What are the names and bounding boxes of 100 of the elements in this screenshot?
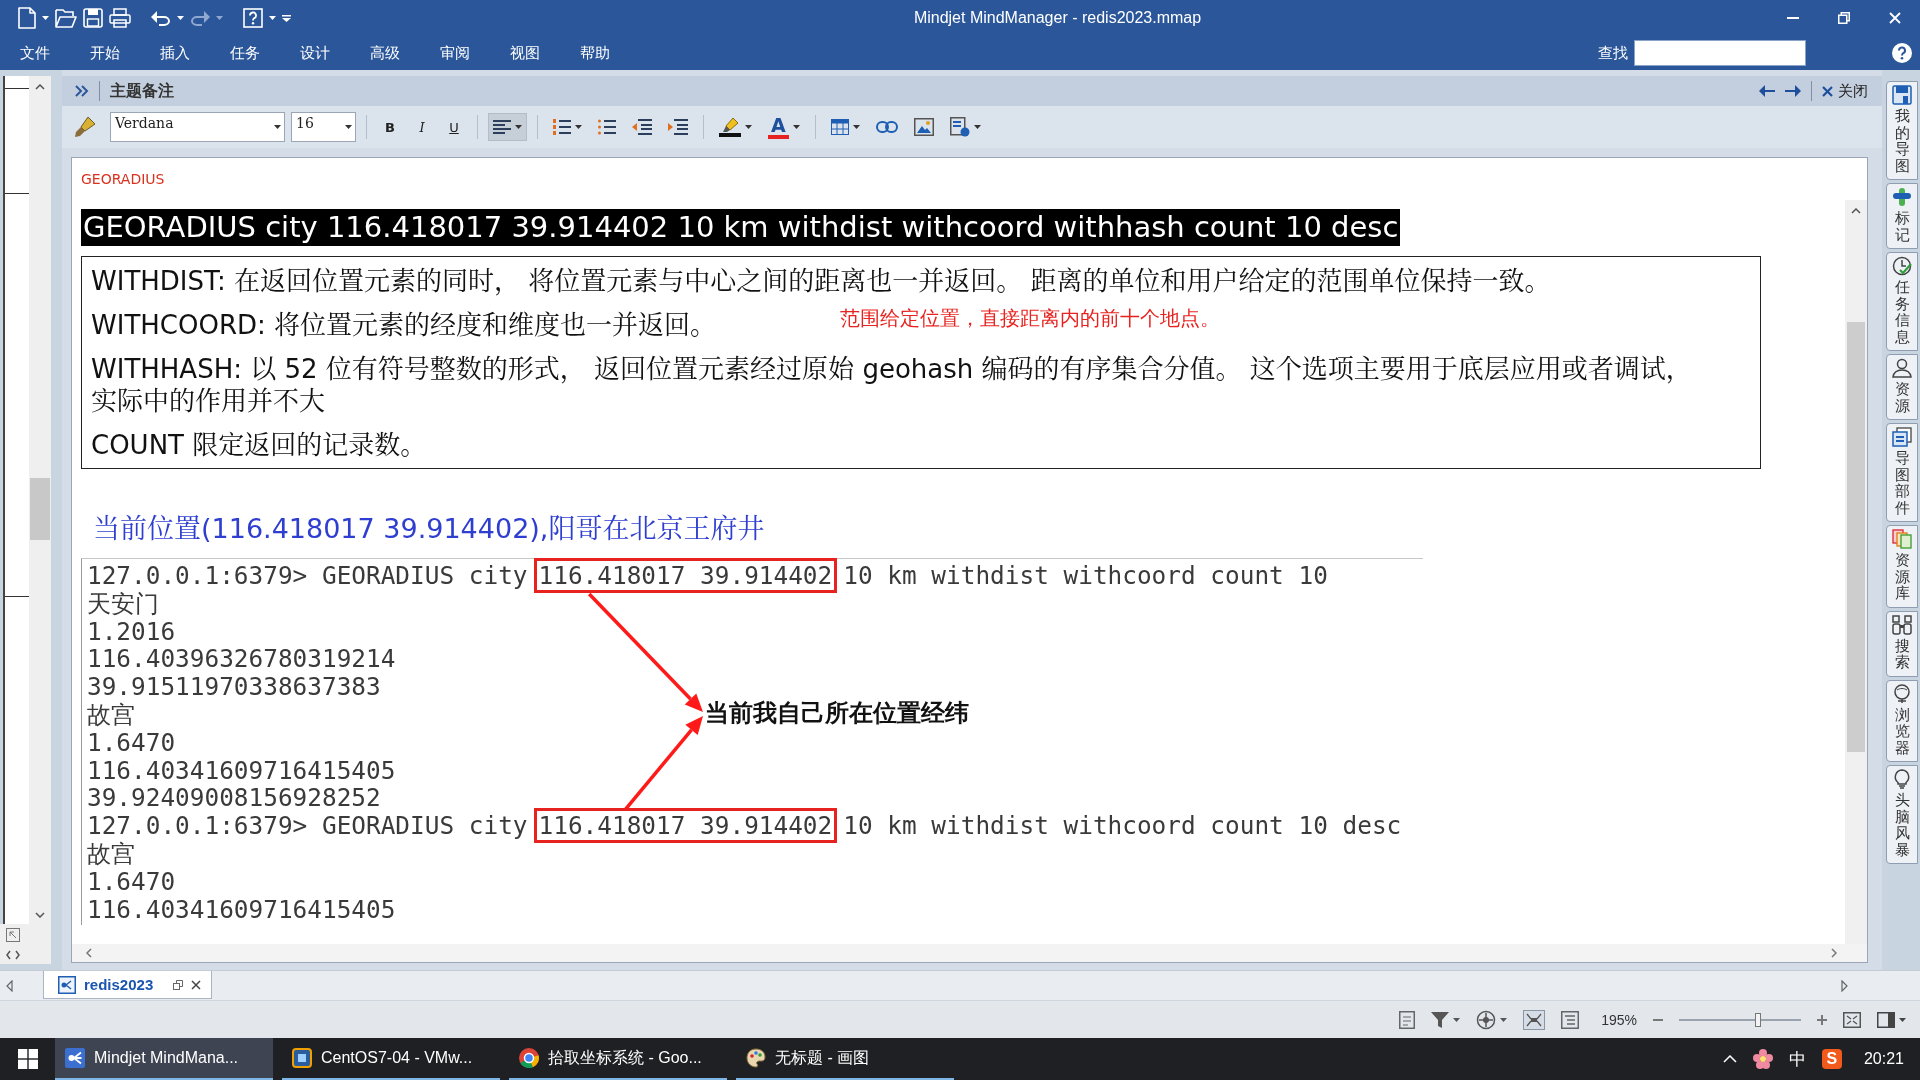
undo-icon[interactable] [151,10,171,26]
restore-icon[interactable] [1837,12,1850,24]
brush-icon[interactable] [74,116,96,138]
menu-item[interactable]: 帮助 [560,36,630,70]
side-tab[interactable]: 我的导图 [1886,81,1918,180]
align-button[interactable] [488,113,527,141]
restore-icon[interactable] [173,979,184,990]
scroll-up-icon[interactable] [1851,208,1861,214]
menu-item[interactable]: 插入 [140,36,210,70]
double-chevron-icon[interactable] [75,85,89,97]
italic-button[interactable]: I [409,113,435,141]
lightbulb-icon [1892,769,1912,789]
menu-item[interactable]: 开始 [70,36,140,70]
close-icon[interactable] [191,979,202,990]
zoom-out-icon[interactable] [1653,1018,1663,1021]
image-icon [913,118,934,136]
fit-page-icon[interactable] [1843,1011,1861,1028]
font-size-dropdown[interactable]: 16 [291,112,356,142]
scroll-up-icon[interactable] [35,84,45,90]
chevron-up-icon[interactable] [1722,1055,1737,1063]
caret-icon[interactable] [273,125,281,129]
caret-icon[interactable] [269,16,276,20]
customize-icon[interactable] [282,14,291,22]
side-tab[interactable]: 标记 [1886,183,1918,249]
bold-button[interactable]: B [377,113,403,141]
new-document-icon[interactable] [18,7,36,29]
caret-icon[interactable] [42,16,49,20]
scroll-left-icon[interactable] [6,980,13,992]
input-method-indicator[interactable]: 中 [1788,1047,1806,1071]
clock-time[interactable]: 20:21 [1863,1050,1904,1068]
document-tab[interactable]: redis2023 [43,971,213,999]
side-tab[interactable]: 导图部件 [1886,423,1918,522]
caret-icon[interactable] [177,16,184,20]
caret-icon[interactable] [852,125,860,129]
plus-icon [1892,187,1912,207]
side-tab[interactable]: 头脑风暴 [1886,765,1918,864]
crosshair-icon[interactable] [1476,1009,1497,1030]
scrollbar-thumb[interactable] [1847,322,1865,752]
outline-view-icon[interactable] [1561,1010,1580,1029]
browser-icon [519,1048,539,1068]
caret-icon[interactable] [515,125,522,129]
taskbar-app[interactable]: 拾取坐标系统 - Goo... [509,1038,727,1080]
caret-icon[interactable] [745,125,752,129]
output-line: 116.40341609716415405 [87,755,396,785]
underline-button[interactable]: U [441,113,467,141]
menu-item[interactable]: 文件 [0,36,70,70]
map-view-icon[interactable] [1523,1009,1546,1030]
side-tab[interactable]: 任务信息 [1886,252,1918,351]
option-text: WITHHASH: 以 52 位有符号整数的形式， 返回位置元素经过原始 geohash 编码的有序集合分值。 这个选项主要用于底层应用或者调试，实际中的作用并不大 [91,353,1693,417]
taskbar-app[interactable]: 无标题 - 画图 [736,1038,954,1080]
resize-icon[interactable] [6,928,20,942]
link-icon [875,121,898,133]
filter-icon[interactable] [1431,1010,1450,1029]
page-icon[interactable] [1399,1010,1416,1029]
arrow-left-icon[interactable] [1759,85,1775,97]
slider-thumb[interactable] [1755,1012,1762,1027]
arrow-right-icon[interactable] [1785,85,1801,97]
help-icon[interactable] [1892,43,1912,63]
help-frame-icon[interactable] [243,8,263,28]
menu-item[interactable]: 设计 [280,36,350,70]
caret-icon[interactable] [1899,1017,1906,1022]
find-label: 查找 [1598,43,1628,63]
save-icon[interactable] [83,8,103,28]
side-tab[interactable]: 资源 [1886,354,1918,420]
scrollbar-thumb[interactable] [30,478,50,540]
taskbar-app[interactable]: CentOS7-04 - VMw... [282,1038,500,1080]
taskbar-app[interactable]: Mindjet MindMana... [55,1038,273,1080]
flower-icon[interactable] [1752,1049,1773,1069]
font-dropdown[interactable]: Verdana [110,112,285,142]
panel-layout-icon[interactable] [1877,1011,1895,1028]
font-color-button[interactable]: A [763,113,805,141]
menu-item[interactable]: 高级 [350,36,420,70]
windows-icon[interactable] [17,1049,38,1069]
menu-item[interactable]: 审阅 [420,36,490,70]
caret-icon[interactable] [792,125,800,129]
caret-icon[interactable] [1500,1017,1508,1022]
caret-icon[interactable] [575,125,582,129]
minimize-icon[interactable] [1786,17,1799,19]
left-right-chevrons-icon[interactable] [6,950,20,960]
close-button[interactable]: 关闭 [1822,81,1868,101]
scroll-down-icon[interactable] [35,912,45,918]
redo-icon[interactable] [190,10,210,26]
caret-icon[interactable] [1453,1017,1461,1022]
zoom-in-icon[interactable] [1817,1014,1827,1025]
scroll-left-icon[interactable] [86,948,92,958]
numbered-list-icon [553,119,571,135]
open-folder-icon[interactable] [55,8,77,28]
print-icon[interactable] [109,8,131,28]
search-field[interactable] [1634,40,1806,66]
scroll-right-icon[interactable] [1841,980,1848,992]
caret-icon[interactable] [344,125,352,129]
scroll-right-icon[interactable] [1831,948,1837,958]
indent-icon [668,119,688,135]
side-tab[interactable]: 搜索 [1886,610,1918,677]
caret-icon[interactable] [973,125,981,129]
menu-item[interactable]: 任务 [210,36,280,70]
close-icon [1822,85,1833,97]
side-tab[interactable]: 资源库 [1886,525,1918,608]
side-tab[interactable]: 浏览器 [1886,679,1918,762]
menu-item[interactable]: 视图 [490,36,560,70]
